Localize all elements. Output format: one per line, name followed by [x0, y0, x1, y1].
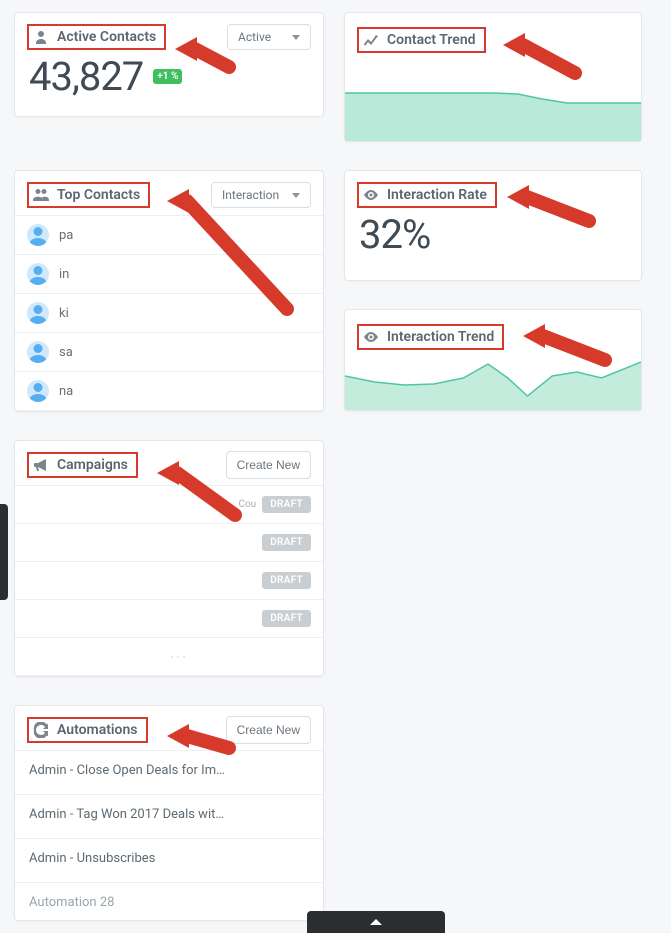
automations-card: Automations Create New Admin - Close Ope… [14, 705, 324, 921]
contact-trend-title: Contact Trend [387, 32, 476, 48]
automation-name: Admin - Close Open Deals for Importe [29, 763, 229, 778]
campaigns-title: Campaigns [57, 457, 128, 473]
contact-trend-chart [345, 85, 641, 141]
table-row[interactable]: DRAFT [15, 600, 323, 638]
automation-name: Admin - Tag Won 2017 Deals with "Hi [29, 807, 229, 822]
avatar [27, 380, 49, 402]
contact-name: in [59, 267, 69, 282]
status-badge: DRAFT [262, 610, 311, 627]
table-row[interactable]: DRAFT [15, 524, 323, 562]
list-item[interactable]: in [15, 255, 323, 294]
interaction-trend-card: Interaction Trend [344, 309, 642, 411]
interaction-rate-card: Interaction Rate 32% [344, 170, 642, 281]
interaction-trend-title: Interaction Trend [387, 329, 494, 345]
refresh-icon [33, 722, 49, 738]
contact-name: ki [59, 306, 69, 321]
automations-list: Admin - Close Open Deals for Importe Adm… [15, 750, 323, 920]
contact-name: sa [59, 345, 73, 360]
table-row[interactable]: Cou DRAFT [15, 486, 323, 524]
status-badge: DRAFT [262, 496, 311, 513]
chevron-down-icon [292, 35, 300, 40]
status-badge: DRAFT [262, 572, 311, 589]
avatar [27, 263, 49, 285]
top-contacts-list[interactable]: pa in ki sa na [15, 215, 323, 411]
interaction-trend-chart [345, 354, 641, 410]
contact-name: na [59, 384, 73, 399]
megaphone-icon [33, 457, 49, 473]
interaction-rate-title: Interaction Rate [387, 187, 487, 203]
automation-name: Admin - Unsubscribes [29, 851, 155, 866]
list-item[interactable]: ki [15, 294, 323, 333]
dropdown-label: Active [238, 30, 271, 44]
avatar [27, 302, 49, 324]
contact-trend-card: Contact Trend [344, 12, 642, 142]
automations-title-wrap: Automations [27, 717, 148, 743]
list-item[interactable]: Admin - Close Open Deals for Importe [15, 751, 323, 795]
campaigns-card: Campaigns Create New Cou DRAFT DRAFT DRA… [14, 440, 324, 677]
eye-icon [363, 187, 379, 203]
list-item[interactable]: Admin - Unsubscribes [15, 839, 323, 883]
campaigns-title-wrap: Campaigns [27, 452, 138, 478]
avatar [27, 224, 49, 246]
row-placeholder: · · · [170, 650, 185, 664]
status-badge: DRAFT [262, 534, 311, 551]
campaign-fragment: Cou [238, 499, 256, 510]
top-contacts-sort-dropdown[interactable]: Interaction [211, 182, 311, 208]
list-item[interactable]: sa [15, 333, 323, 372]
table-row[interactable]: DRAFT [15, 562, 323, 600]
list-item[interactable]: na [15, 372, 323, 411]
expand-panel-button[interactable] [307, 911, 445, 933]
active-contacts-card: Active Contacts Active 43,827 +1 % [14, 12, 324, 117]
avatar [27, 341, 49, 363]
list-item[interactable]: Automation 28 [15, 883, 323, 920]
active-contacts-title: Active Contacts [57, 29, 156, 45]
interaction-rate-title-wrap: Interaction Rate [357, 182, 497, 208]
top-contacts-card: Top Contacts Interaction pa in ki sa na [14, 170, 324, 412]
person-icon [33, 29, 49, 45]
contact-trend-title-wrap: Contact Trend [357, 27, 486, 53]
chevron-down-icon [292, 193, 300, 198]
eye-icon [363, 329, 379, 345]
interaction-rate-value: 32% [359, 211, 430, 258]
active-contacts-value: 43,827 [29, 53, 143, 100]
create-campaign-button[interactable]: Create New [226, 451, 311, 479]
trend-line-icon [363, 32, 379, 48]
automation-name: Automation 28 [29, 895, 114, 910]
chevron-up-icon [370, 919, 382, 925]
delta-badge: +1 % [153, 69, 182, 84]
interaction-trend-title-wrap: Interaction Trend [357, 324, 504, 350]
people-icon [33, 187, 49, 203]
top-contacts-title-wrap: Top Contacts [27, 182, 150, 208]
active-contacts-title-wrap: Active Contacts [27, 24, 166, 50]
active-contacts-filter-dropdown[interactable]: Active [227, 24, 311, 50]
campaigns-list: Cou DRAFT DRAFT DRAFT DRAFT · · · [15, 485, 323, 676]
side-tab[interactable] [0, 504, 8, 600]
dropdown-label: Interaction [222, 188, 279, 202]
top-contacts-title: Top Contacts [57, 187, 140, 203]
automations-title: Automations [57, 722, 138, 738]
list-item[interactable]: pa [15, 216, 323, 255]
contact-name: pa [59, 228, 73, 243]
table-row[interactable]: · · · [15, 638, 323, 676]
create-automation-button[interactable]: Create New [226, 716, 311, 744]
list-item[interactable]: Admin - Tag Won 2017 Deals with "Hi [15, 795, 323, 839]
